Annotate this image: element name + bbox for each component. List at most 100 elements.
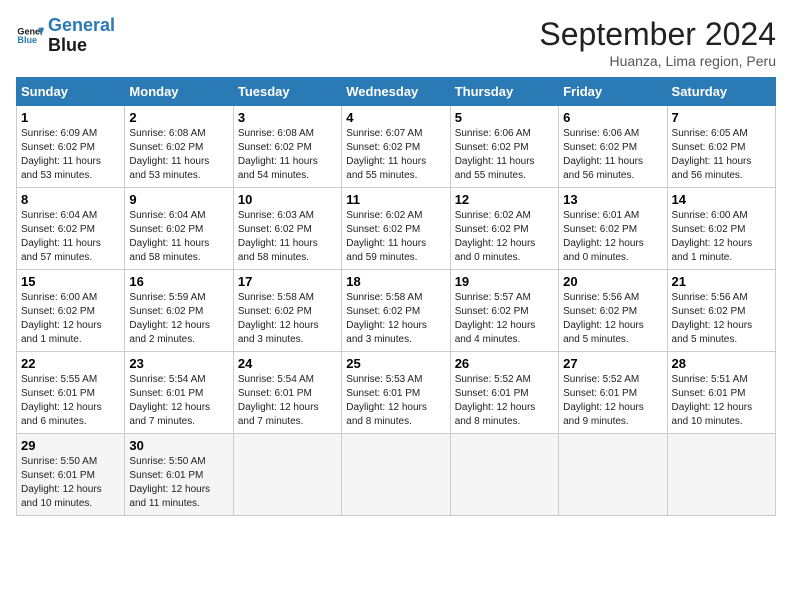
day-number: 22 — [21, 356, 120, 371]
title-area: September 2024 Huanza, Lima region, Peru — [539, 16, 776, 69]
day-cell: 26 Sunrise: 5:52 AM Sunset: 6:01 PM Dayli… — [450, 352, 558, 434]
day-info: Sunrise: 6:05 AM Sunset: 6:02 PM Dayligh… — [672, 127, 771, 183]
day-cell: 16 Sunrise: 5:59 AM Sunset: 6:02 PM Dayli… — [125, 270, 233, 352]
week-row-2: 8 Sunrise: 6:04 AM Sunset: 6:02 PM Daylig… — [17, 188, 776, 270]
day-cell: 7 Sunrise: 6:05 AM Sunset: 6:02 PM Daylig… — [667, 106, 775, 188]
day-number: 12 — [455, 192, 554, 207]
day-number: 6 — [563, 110, 662, 125]
header-row: SundayMondayTuesdayWednesdayThursdayFrid… — [17, 78, 776, 106]
week-row-5: 29Sunrise: 5:50 AM Sunset: 6:01 PM Dayli… — [17, 434, 776, 516]
day-cell — [559, 434, 667, 516]
month-title: September 2024 — [539, 16, 776, 53]
header-day-monday: Monday — [125, 78, 233, 106]
day-cell: 20 Sunrise: 5:56 AM Sunset: 6:02 PM Dayli… — [559, 270, 667, 352]
day-info: Sunrise: 5:58 AM Sunset: 6:02 PM Dayligh… — [346, 291, 445, 347]
day-info: Sunrise: 5:56 AM Sunset: 6:02 PM Dayligh… — [563, 291, 662, 347]
day-number: 26 — [455, 356, 554, 371]
day-number: 27 — [563, 356, 662, 371]
day-info: Sunrise: 5:54 AM Sunset: 6:01 PM Dayligh… — [129, 373, 228, 429]
day-cell: 25 Sunrise: 5:53 AM Sunset: 6:01 PM Dayli… — [342, 352, 450, 434]
day-number: 8 — [21, 192, 120, 207]
day-info: Sunrise: 5:51 AM Sunset: 6:01 PM Dayligh… — [672, 373, 771, 429]
day-info: Sunrise: 5:57 AM Sunset: 6:02 PM Dayligh… — [455, 291, 554, 347]
day-number: 18 — [346, 274, 445, 289]
day-cell: 18 Sunrise: 5:58 AM Sunset: 6:02 PM Dayli… — [342, 270, 450, 352]
location-title: Huanza, Lima region, Peru — [539, 53, 776, 69]
day-cell: 2 Sunrise: 6:08 AM Sunset: 6:02 PM Daylig… — [125, 106, 233, 188]
header-day-friday: Friday — [559, 78, 667, 106]
header-day-thursday: Thursday — [450, 78, 558, 106]
day-info: Sunrise: 6:02 AM Sunset: 6:02 PM Dayligh… — [455, 209, 554, 265]
day-info: Sunrise: 6:06 AM Sunset: 6:02 PM Dayligh… — [455, 127, 554, 183]
day-cell — [667, 434, 775, 516]
day-cell: 22 Sunrise: 5:55 AM Sunset: 6:01 PM Dayli… — [17, 352, 125, 434]
day-info: Sunrise: 6:04 AM Sunset: 6:02 PM Dayligh… — [129, 209, 228, 265]
day-number: 16 — [129, 274, 228, 289]
day-number: 20 — [563, 274, 662, 289]
day-cell — [450, 434, 558, 516]
day-cell: 8Sunrise: 6:04 AM Sunset: 6:02 PM Daylig… — [17, 188, 125, 270]
header-day-wednesday: Wednesday — [342, 78, 450, 106]
day-info: Sunrise: 5:52 AM Sunset: 6:01 PM Dayligh… — [455, 373, 554, 429]
logo: General Blue GeneralBlue — [16, 16, 115, 56]
day-number: 14 — [672, 192, 771, 207]
day-info: Sunrise: 6:02 AM Sunset: 6:02 PM Dayligh… — [346, 209, 445, 265]
day-cell: 19Sunrise: 5:57 AM Sunset: 6:02 PM Dayli… — [450, 270, 558, 352]
header: General Blue GeneralBlue September 2024 … — [16, 16, 776, 69]
day-number: 9 — [129, 192, 228, 207]
day-number: 23 — [129, 356, 228, 371]
day-number: 17 — [238, 274, 337, 289]
day-cell: 23 Sunrise: 5:54 AM Sunset: 6:01 PM Dayli… — [125, 352, 233, 434]
day-info: Sunrise: 6:08 AM Sunset: 6:02 PM Dayligh… — [129, 127, 228, 183]
day-cell: 10 Sunrise: 6:03 AM Sunset: 6:02 PM Dayli… — [233, 188, 341, 270]
day-cell: 29Sunrise: 5:50 AM Sunset: 6:01 PM Dayli… — [17, 434, 125, 516]
day-info: Sunrise: 6:06 AM Sunset: 6:02 PM Dayligh… — [563, 127, 662, 183]
day-number: 10 — [238, 192, 337, 207]
day-cell: 24Sunrise: 5:54 AM Sunset: 6:01 PM Dayli… — [233, 352, 341, 434]
day-cell — [233, 434, 341, 516]
day-number: 4 — [346, 110, 445, 125]
day-info: Sunrise: 6:09 AM Sunset: 6:02 PM Dayligh… — [21, 127, 120, 183]
day-number: 21 — [672, 274, 771, 289]
svg-text:Blue: Blue — [17, 35, 37, 45]
day-info: Sunrise: 5:53 AM Sunset: 6:01 PM Dayligh… — [346, 373, 445, 429]
day-number: 30 — [129, 438, 228, 453]
day-info: Sunrise: 5:55 AM Sunset: 6:01 PM Dayligh… — [21, 373, 120, 429]
day-cell: 6 Sunrise: 6:06 AM Sunset: 6:02 PM Daylig… — [559, 106, 667, 188]
day-number: 2 — [129, 110, 228, 125]
day-info: Sunrise: 5:59 AM Sunset: 6:02 PM Dayligh… — [129, 291, 228, 347]
day-number: 5 — [455, 110, 554, 125]
day-number: 3 — [238, 110, 337, 125]
header-day-saturday: Saturday — [667, 78, 775, 106]
day-info: Sunrise: 5:50 AM Sunset: 6:01 PM Dayligh… — [129, 455, 228, 511]
day-info: Sunrise: 5:56 AM Sunset: 6:02 PM Dayligh… — [672, 291, 771, 347]
day-cell: 21 Sunrise: 5:56 AM Sunset: 6:02 PM Dayli… — [667, 270, 775, 352]
day-cell: 17Sunrise: 5:58 AM Sunset: 6:02 PM Dayli… — [233, 270, 341, 352]
week-row-3: 15Sunrise: 6:00 AM Sunset: 6:02 PM Dayli… — [17, 270, 776, 352]
day-cell: 3 Sunrise: 6:08 AM Sunset: 6:02 PM Daylig… — [233, 106, 341, 188]
day-cell: 1Sunrise: 6:09 AM Sunset: 6:02 PM Daylig… — [17, 106, 125, 188]
week-row-1: 1Sunrise: 6:09 AM Sunset: 6:02 PM Daylig… — [17, 106, 776, 188]
day-number: 7 — [672, 110, 771, 125]
logo-text: GeneralBlue — [48, 16, 115, 56]
day-info: Sunrise: 5:52 AM Sunset: 6:01 PM Dayligh… — [563, 373, 662, 429]
day-cell: 14Sunrise: 6:00 AM Sunset: 6:02 PM Dayli… — [667, 188, 775, 270]
day-number: 25 — [346, 356, 445, 371]
day-info: Sunrise: 5:50 AM Sunset: 6:01 PM Dayligh… — [21, 455, 120, 511]
day-cell: 5 Sunrise: 6:06 AM Sunset: 6:02 PM Daylig… — [450, 106, 558, 188]
day-info: Sunrise: 6:08 AM Sunset: 6:02 PM Dayligh… — [238, 127, 337, 183]
day-number: 11 — [346, 192, 445, 207]
day-info: Sunrise: 6:00 AM Sunset: 6:02 PM Dayligh… — [21, 291, 120, 347]
day-cell: 27 Sunrise: 5:52 AM Sunset: 6:01 PM Dayli… — [559, 352, 667, 434]
calendar-table: SundayMondayTuesdayWednesdayThursdayFrid… — [16, 77, 776, 516]
logo-icon: General Blue — [16, 22, 44, 50]
day-cell: 13Sunrise: 6:01 AM Sunset: 6:02 PM Dayli… — [559, 188, 667, 270]
day-cell: 12 Sunrise: 6:02 AM Sunset: 6:02 PM Dayli… — [450, 188, 558, 270]
day-cell: 4Sunrise: 6:07 AM Sunset: 6:02 PM Daylig… — [342, 106, 450, 188]
day-cell: 11 Sunrise: 6:02 AM Sunset: 6:02 PM Dayli… — [342, 188, 450, 270]
day-cell — [342, 434, 450, 516]
header-day-sunday: Sunday — [17, 78, 125, 106]
day-cell: 15Sunrise: 6:00 AM Sunset: 6:02 PM Dayli… — [17, 270, 125, 352]
header-day-tuesday: Tuesday — [233, 78, 341, 106]
day-info: Sunrise: 6:03 AM Sunset: 6:02 PM Dayligh… — [238, 209, 337, 265]
